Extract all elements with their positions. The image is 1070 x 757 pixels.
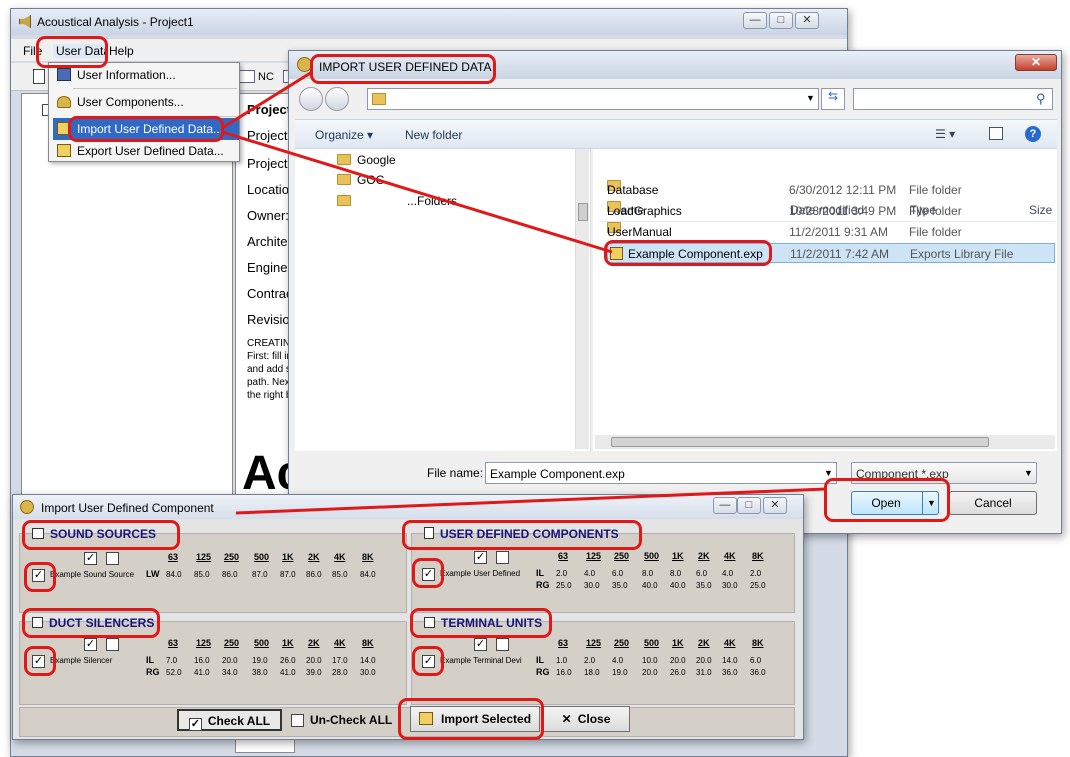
highlight-sound-sources xyxy=(22,520,180,550)
highlight-sound-source-checkbox xyxy=(24,562,56,592)
highlight-user-defined-checkbox xyxy=(412,558,444,588)
arrow-to-file-dialog xyxy=(221,70,313,130)
highlight-open-button xyxy=(824,478,950,522)
highlight-duct-silencers xyxy=(22,608,160,638)
highlight-silencer-checkbox xyxy=(24,646,56,676)
highlight-file-dialog-title xyxy=(310,54,496,84)
arrow-to-import-dialog xyxy=(235,487,827,515)
highlight-import-menu-item xyxy=(68,116,224,142)
highlight-user-defined xyxy=(402,520,642,550)
highlight-terminal-units xyxy=(410,608,552,638)
highlight-user-data-menu xyxy=(36,36,108,68)
highlight-import-selected xyxy=(398,698,544,740)
annotation-arrows xyxy=(221,70,827,515)
arrow-to-selected-file xyxy=(221,130,613,254)
highlight-selected-file xyxy=(604,240,772,266)
highlight-terminal-checkbox xyxy=(412,646,444,676)
